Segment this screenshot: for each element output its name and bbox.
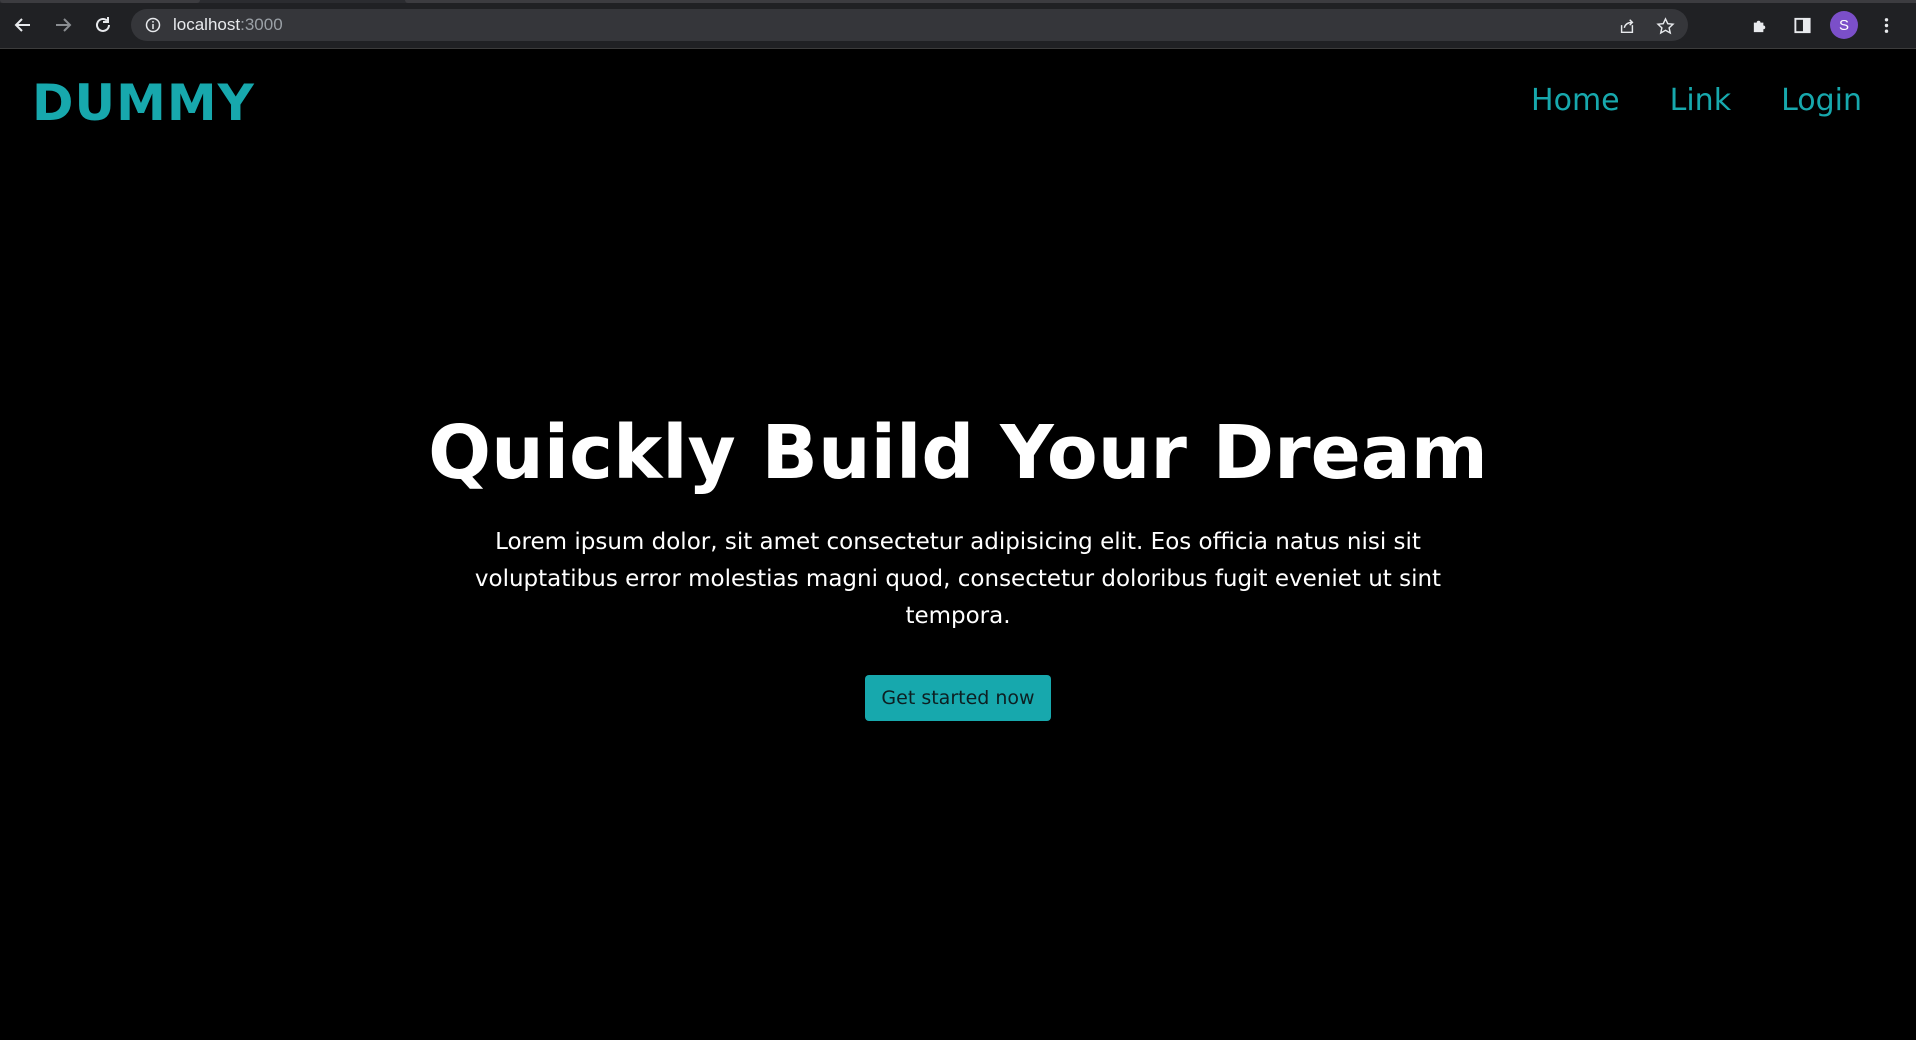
arrow-left-icon — [14, 18, 30, 32]
page-content: DUMMY Home Link Login Quickly Build Your… — [0, 50, 1916, 1040]
site-navbar: DUMMY Home Link Login — [0, 50, 1916, 160]
share-icon[interactable] — [1616, 15, 1638, 37]
browser-toolbar: localhost:3000 S — [0, 0, 1916, 49]
url-host: localhost — [173, 15, 241, 34]
nav-links: Home Link Login — [1531, 83, 1862, 118]
arrow-right-icon — [56, 18, 72, 32]
hero-title: Quickly Build Your Dream — [428, 410, 1488, 496]
url-text: localhost:3000 — [173, 15, 283, 35]
brand-logo[interactable]: DUMMY — [32, 74, 255, 132]
back-button[interactable] — [8, 10, 38, 40]
tab-strip — [0, 0, 1916, 3]
info-icon[interactable] — [145, 17, 161, 33]
tab-edge-left — [0, 0, 200, 3]
tab-edge-right — [405, 0, 1916, 3]
puzzle-icon[interactable] — [1746, 11, 1774, 39]
hero-description: Lorem ipsum dolor, sit amet consectetur … — [474, 529, 1442, 629]
reload-button[interactable] — [88, 10, 118, 40]
nav-link-home[interactable]: Home — [1531, 83, 1620, 118]
address-bar[interactable]: localhost:3000 — [131, 9, 1688, 41]
side-panel-icon[interactable] — [1788, 11, 1816, 39]
nav-link-login[interactable]: Login — [1781, 83, 1862, 118]
profile-avatar[interactable]: S — [1830, 11, 1858, 39]
forward-button[interactable] — [48, 10, 78, 40]
nav-link-link[interactable]: Link — [1670, 83, 1731, 118]
reload-icon — [96, 17, 110, 32]
kebab-menu-icon[interactable] — [1872, 11, 1900, 39]
hero-section: Quickly Build Your Dream Lorem ipsum dol… — [0, 410, 1916, 721]
url-port: :3000 — [240, 15, 283, 34]
star-icon[interactable] — [1654, 15, 1676, 37]
get-started-button[interactable]: Get started now — [865, 675, 1051, 721]
